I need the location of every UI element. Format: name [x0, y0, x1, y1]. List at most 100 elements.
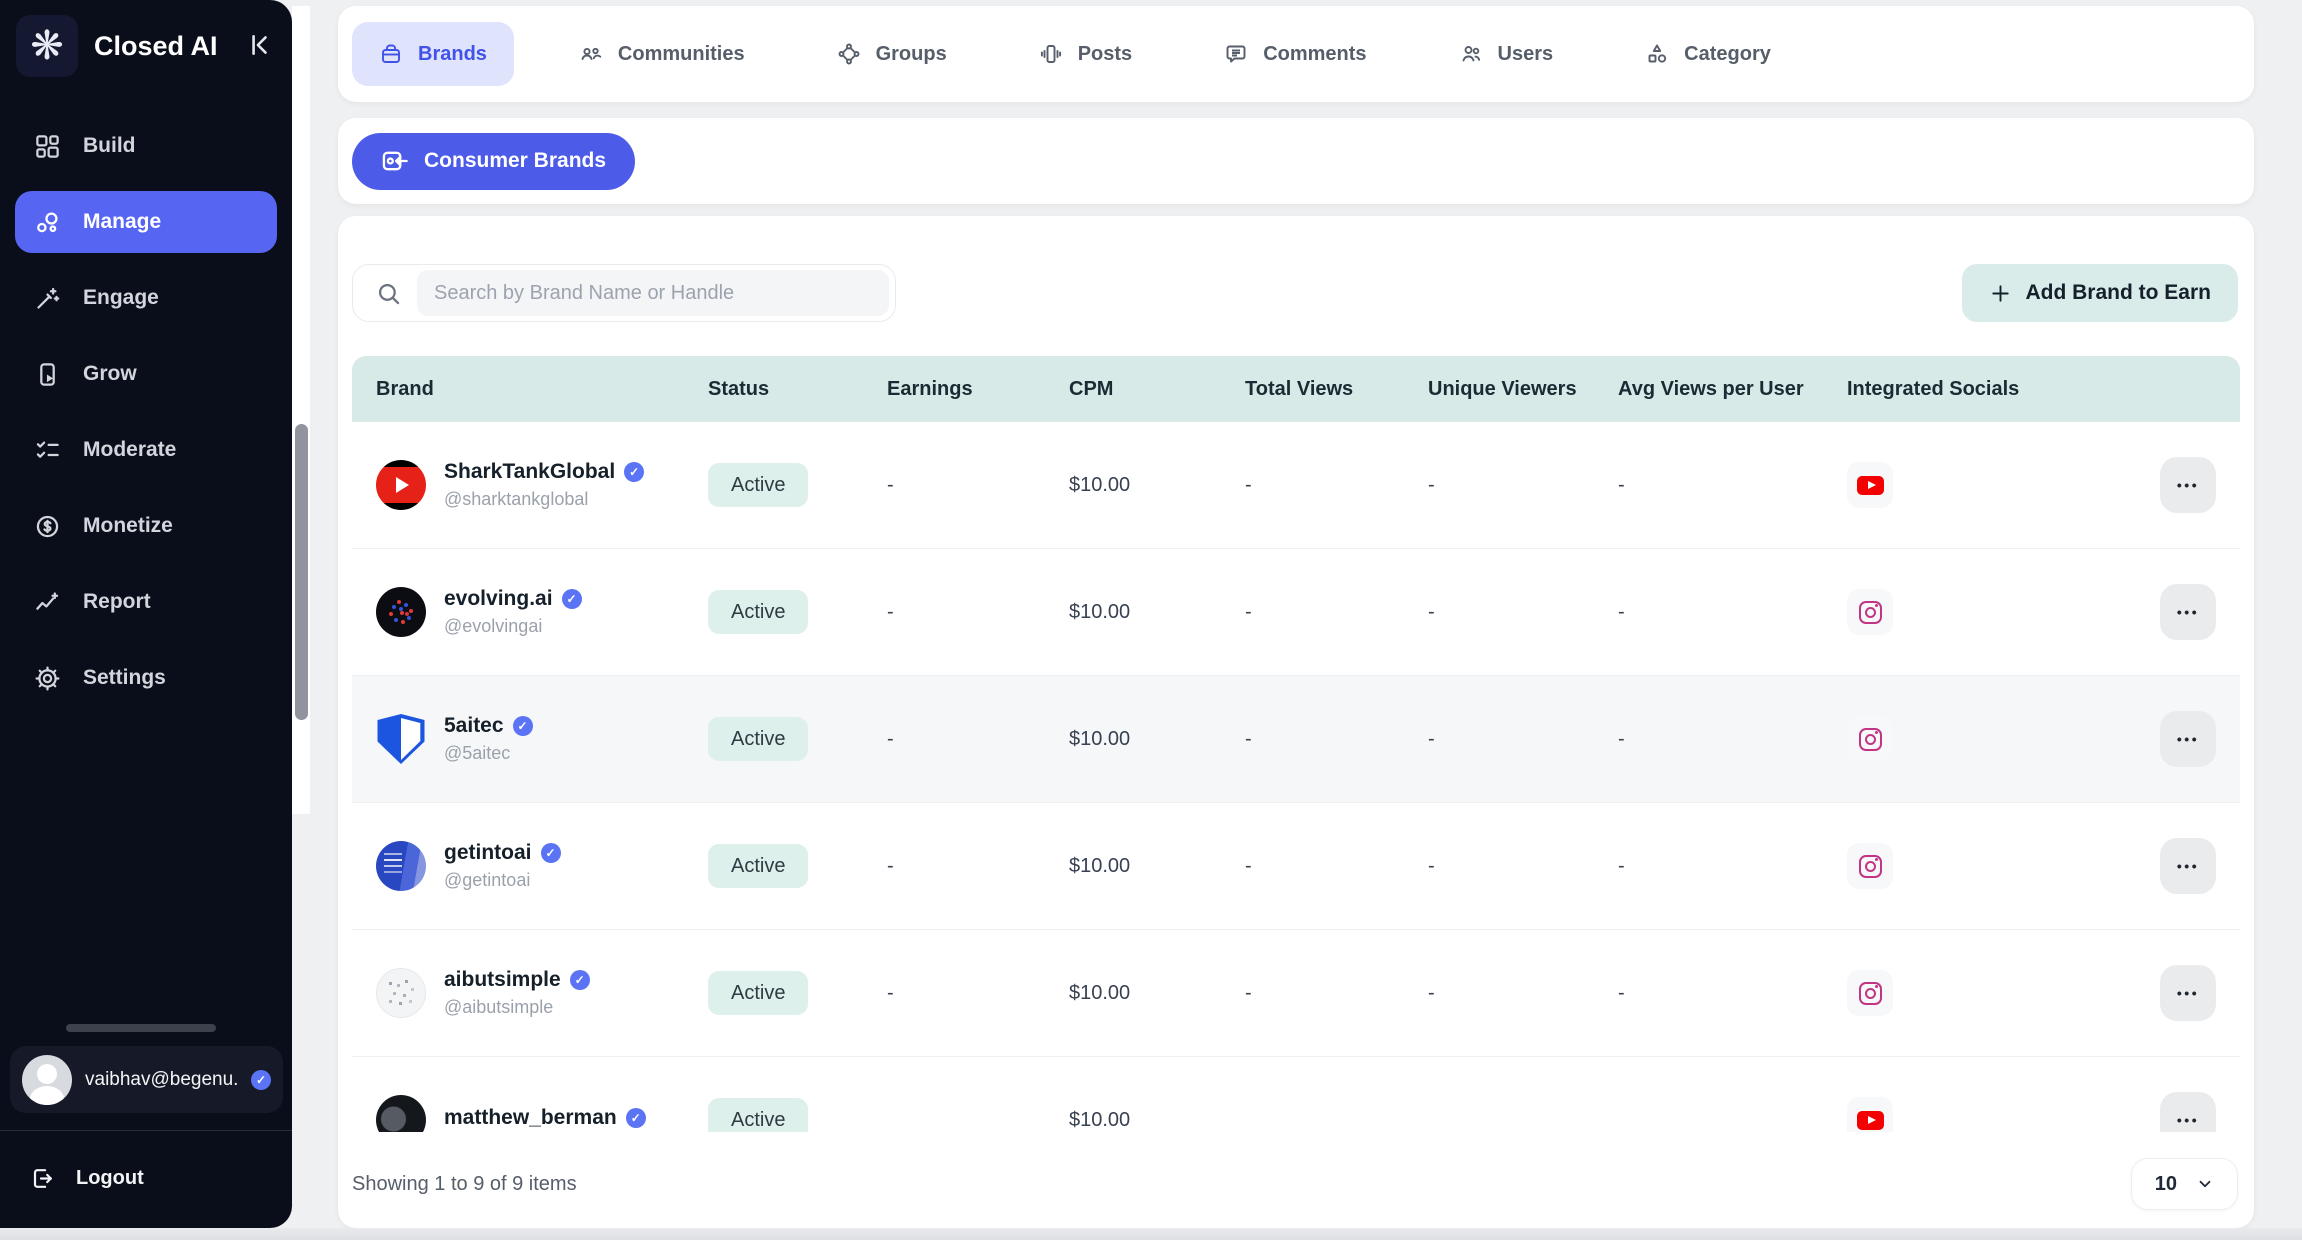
tab-users[interactable]: Users — [1432, 22, 1581, 86]
sidebar-item-label: Moderate — [83, 438, 176, 462]
people-group-icon — [579, 42, 603, 66]
verified-badge-icon — [624, 462, 644, 482]
logout-button[interactable]: Logout — [30, 1166, 144, 1191]
page-size-dropdown[interactable]: 10 — [2131, 1158, 2238, 1210]
sidebar-item-settings[interactable]: Settings — [15, 647, 277, 709]
row-actions-button[interactable]: ••• — [2160, 965, 2216, 1021]
column-header-total-views: Total Views — [1245, 378, 1428, 401]
table-footer: Showing 1 to 9 of 9 items 10 — [338, 1132, 2254, 1210]
verified-badge-icon — [626, 1108, 646, 1128]
brand-handle: @evolvingai — [444, 616, 582, 637]
tab-communities[interactable]: Communities — [552, 22, 772, 86]
social-platform-icon — [1847, 1097, 1893, 1132]
social-platform-icon — [1847, 589, 1893, 635]
grid-icon — [34, 133, 61, 160]
earnings-value: - — [887, 855, 1069, 878]
table-row[interactable]: matthew_berman Active $10.00 — [352, 1057, 2240, 1132]
row-actions-button[interactable]: ••• — [2160, 838, 2216, 894]
comment-bubble-icon — [1224, 42, 1248, 66]
cpm-value: $10.00 — [1069, 474, 1245, 497]
tab-groups[interactable]: Groups — [810, 22, 974, 86]
brand-handle: @aibutsimple — [444, 997, 590, 1018]
status-badge: Active — [708, 1098, 808, 1132]
row-actions-button[interactable]: ••• — [2160, 584, 2216, 640]
total-views-value: - — [1245, 982, 1428, 1005]
brand-search — [352, 264, 896, 322]
sidebar-item-moderate[interactable]: Moderate — [15, 419, 277, 481]
sidebar-scrollbar-track — [292, 6, 310, 814]
tab-posts[interactable]: Posts — [1012, 22, 1159, 86]
sidebar-drag-handle[interactable] — [66, 1024, 216, 1032]
sidebar-item-label: Build — [83, 134, 136, 158]
tab-brands[interactable]: Brands — [352, 22, 514, 86]
sidebar-item-label: Grow — [83, 362, 137, 386]
avg-views-value: - — [1618, 728, 1847, 751]
users-icon — [1459, 42, 1483, 66]
tab-category[interactable]: Category — [1618, 22, 1798, 86]
tab-label: Comments — [1263, 43, 1366, 66]
logout-icon — [30, 1166, 55, 1191]
social-platform-icon — [1847, 843, 1893, 889]
sidebar-scrollbar-thumb[interactable] — [295, 424, 308, 720]
brand-name: getintoai — [444, 841, 532, 865]
add-brand-to-earn-button[interactable]: Add Brand to Earn — [1962, 264, 2238, 322]
table-row[interactable]: SharkTankGlobal @sharktankglobal Active … — [352, 422, 2240, 549]
closed-ai-logo: ❋ — [16, 15, 78, 77]
trend-sparkle-icon — [34, 589, 61, 616]
top-tab-bar: Brands Communities Groups Posts Comments… — [338, 6, 2254, 102]
user-email: vaibhav@begenu... — [85, 1069, 238, 1091]
row-actions-button[interactable]: ••• — [2160, 711, 2216, 767]
earnings-value: - — [887, 474, 1069, 497]
sidebar-item-manage[interactable]: Manage — [15, 191, 277, 253]
table-row[interactable]: aibutsimple @aibutsimple Active - $10.00… — [352, 930, 2240, 1057]
magic-wand-icon — [34, 285, 61, 312]
device-play-icon — [34, 361, 61, 388]
sidebar-item-grow[interactable]: Grow — [15, 343, 277, 405]
column-header-status: Status — [708, 378, 887, 401]
node-network-icon — [837, 42, 861, 66]
verified-badge-icon — [570, 970, 590, 990]
checklist-icon — [34, 437, 61, 464]
table-row[interactable]: getintoai @getintoai Active - $10.00 - — [352, 803, 2240, 930]
cpm-value: $10.00 — [1069, 1109, 1245, 1132]
status-badge: Active — [708, 717, 808, 761]
row-actions-button[interactable]: ••• — [2160, 1092, 2216, 1132]
plus-icon — [1989, 282, 2012, 305]
tab-comments[interactable]: Comments — [1197, 22, 1393, 86]
social-platform-icon — [1847, 716, 1893, 762]
row-actions-button[interactable]: ••• — [2160, 457, 2216, 513]
verified-badge-icon — [562, 589, 582, 609]
app-title: Closed AI — [94, 31, 226, 62]
logout-label: Logout — [76, 1167, 144, 1190]
column-header-avg-views: Avg Views per User — [1618, 378, 1847, 401]
table-row[interactable]: 5aitec @5aitec Active - $10.00 - — [352, 676, 2240, 803]
instagram-icon — [1859, 601, 1882, 624]
unique-viewers-value: - — [1428, 728, 1618, 751]
status-badge: Active — [708, 463, 808, 507]
column-header-brand: Brand — [376, 378, 708, 401]
gear-icon — [34, 665, 61, 692]
mobile-waves-icon — [1039, 42, 1063, 66]
total-views-value: - — [1245, 728, 1428, 751]
sidebar-item-engage[interactable]: Engage — [15, 267, 277, 329]
consumer-brands-filter-button[interactable]: Consumer Brands — [352, 133, 635, 190]
youtube-icon — [1857, 476, 1884, 495]
table-header-row: Brand Status Earnings CPM Total Views Un… — [352, 356, 2240, 422]
table-row[interactable]: evolving.ai @evolvingai Active - $10.00 … — [352, 549, 2240, 676]
table-body: SharkTankGlobal @sharktankglobal Active … — [352, 422, 2240, 1132]
bubbles-icon — [34, 209, 61, 236]
user-account-card[interactable]: vaibhav@begenu... — [10, 1046, 283, 1113]
brand-name: evolving.ai — [444, 587, 553, 611]
sidebar-item-monetize[interactable]: Monetize — [15, 495, 277, 557]
youtube-icon — [1857, 1111, 1884, 1130]
search-icon — [359, 280, 417, 307]
status-badge: Active — [708, 590, 808, 634]
collapse-sidebar-button[interactable] — [242, 28, 276, 65]
sidebar-item-build[interactable]: Build — [15, 115, 277, 177]
sidebar-item-report[interactable]: Report — [15, 571, 277, 633]
cpm-value: $10.00 — [1069, 601, 1245, 624]
unique-viewers-value: - — [1428, 855, 1618, 878]
verified-badge-icon — [541, 843, 561, 863]
search-input[interactable] — [417, 270, 889, 316]
brand-avatar — [376, 968, 426, 1018]
